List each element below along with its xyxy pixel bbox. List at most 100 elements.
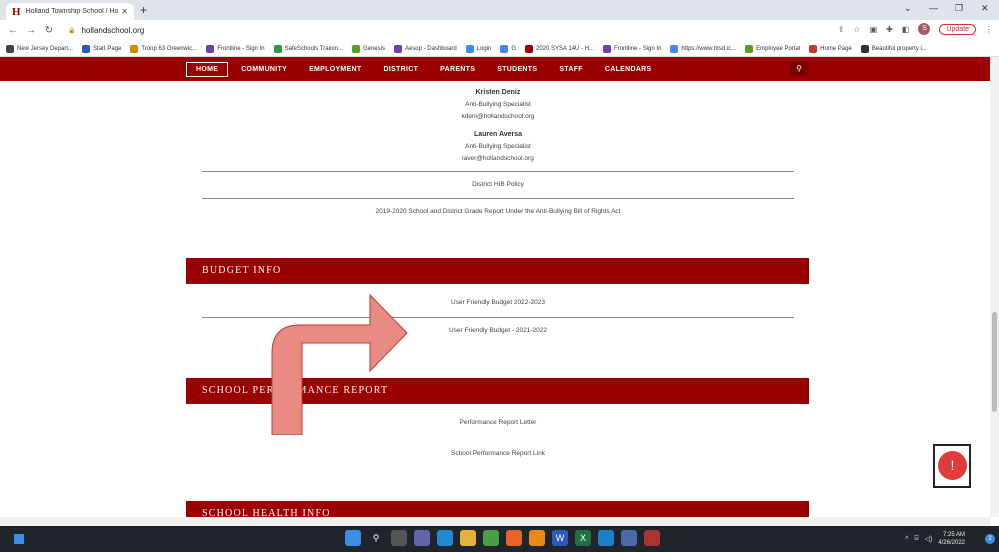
bookmark-favicon-icon bbox=[130, 44, 139, 53]
bookmark-favicon-icon bbox=[603, 44, 612, 53]
nav-calendars[interactable]: CALENDARS bbox=[594, 66, 663, 73]
contact-role: Anti-Bullying Specialist bbox=[465, 143, 531, 150]
bookmark-item[interactable]: G bbox=[500, 44, 517, 53]
task-view-icon[interactable] bbox=[391, 530, 407, 546]
contact-email[interactable]: kdeni@hollandschool.org bbox=[202, 113, 794, 120]
edge-icon[interactable] bbox=[437, 530, 453, 546]
contact-email[interactable]: laver@hollandschool.org bbox=[202, 155, 794, 162]
bookmark-label: Home Page bbox=[820, 45, 852, 52]
search-icon[interactable]: ⚲ bbox=[790, 62, 808, 76]
scrollbar-thumb[interactable] bbox=[992, 312, 997, 412]
bookmark-item[interactable]: Home Page bbox=[809, 44, 852, 53]
bookmark-favicon-icon bbox=[6, 44, 14, 53]
reload-icon[interactable]: ↻ bbox=[44, 25, 54, 36]
bookmark-item[interactable]: https://www.htsd.ic... bbox=[670, 44, 737, 53]
bookmark-item[interactable]: Login bbox=[465, 44, 491, 53]
sidepanel-icon[interactable]: ◧ bbox=[902, 25, 910, 34]
profile-avatar[interactable]: S bbox=[918, 23, 931, 35]
nav-parents[interactable]: PARENTS bbox=[429, 66, 486, 73]
nav-district[interactable]: DISTRICT bbox=[372, 66, 429, 73]
chrome-icon[interactable] bbox=[483, 530, 499, 546]
budget-info-heading: BUDGET INFO bbox=[186, 258, 809, 284]
sync-icon[interactable] bbox=[598, 530, 614, 546]
bookmark-item[interactable]: 2020 SYSA 14U - H... bbox=[525, 44, 594, 53]
extension-icon[interactable]: ▣ bbox=[870, 25, 878, 34]
browser-tab[interactable]: H Holland Township School / Home ✕ bbox=[6, 3, 134, 20]
bookmarks-bar: New Jersey Depart... Start Page Troop 63 G… bbox=[0, 41, 999, 57]
lock-icon: 🔒 bbox=[68, 28, 76, 34]
bookmark-favicon-icon bbox=[500, 44, 509, 53]
windows-start-icon[interactable] bbox=[14, 534, 24, 544]
share-icon[interactable]: ⇪ bbox=[838, 25, 845, 34]
vertical-scrollbar[interactable] bbox=[990, 57, 999, 517]
bookmark-item[interactable]: Aesop - Dashboard bbox=[393, 44, 457, 53]
bookmark-favicon-icon bbox=[670, 44, 679, 53]
bookmark-label: Aesop - Dashboard bbox=[404, 45, 457, 52]
vlc-icon[interactable] bbox=[529, 530, 545, 546]
alert-button[interactable]: ! bbox=[938, 451, 967, 480]
performance-report-link[interactable]: School Performance Report Link bbox=[202, 450, 794, 457]
file-explorer-icon[interactable] bbox=[460, 530, 476, 546]
nav-employment[interactable]: EMPLOYMENT bbox=[298, 66, 372, 73]
search-icon[interactable]: ⚲ bbox=[368, 530, 384, 546]
horizontal-scrollbar[interactable] bbox=[0, 517, 990, 526]
bookmark-label: New Jersey Depart... bbox=[17, 45, 74, 52]
bookmark-label: G bbox=[511, 45, 517, 52]
nav-community[interactable]: COMMUNITY bbox=[230, 66, 298, 73]
notification-badge[interactable]: 2 bbox=[985, 534, 995, 544]
bookmark-star-icon[interactable]: ☆ bbox=[853, 25, 860, 34]
hib-policy-link[interactable]: District HIB Policy bbox=[202, 181, 794, 188]
tab-close-icon[interactable]: ✕ bbox=[121, 7, 128, 16]
volume-icon[interactable]: ◁) bbox=[925, 535, 933, 543]
contact-name: Kristen Deniz bbox=[475, 89, 521, 96]
bookmark-item[interactable]: Genesis bbox=[351, 44, 385, 53]
url-field[interactable]: 🔒 hollandschool.org bbox=[68, 26, 144, 35]
url-text: hollandschool.org bbox=[81, 26, 145, 35]
bookmark-item[interactable]: SafeSchools Trainin... bbox=[273, 44, 343, 53]
word-icon[interactable]: W bbox=[552, 530, 568, 546]
bookmark-item[interactable]: Frontline - Sign In bbox=[603, 44, 661, 53]
clock-time: 7:25 AM bbox=[942, 532, 965, 538]
bookmark-label: https://www.htsd.ic... bbox=[681, 45, 737, 52]
tab-strip: H Holland Township School / Home ✕ + ⌄ —… bbox=[0, 0, 999, 20]
bookmark-favicon-icon bbox=[809, 44, 818, 53]
divider bbox=[202, 198, 794, 199]
tab-search-icon[interactable]: ⌄ bbox=[904, 3, 912, 14]
bookmark-item[interactable]: Start Page bbox=[82, 44, 121, 53]
nav-home[interactable]: HOME bbox=[186, 61, 229, 77]
forward-icon[interactable]: → bbox=[26, 25, 36, 36]
calculator-icon[interactable] bbox=[621, 530, 637, 546]
network-icon[interactable]: ⌸ bbox=[914, 535, 918, 543]
back-icon[interactable]: ← bbox=[8, 25, 18, 36]
bookmark-item[interactable]: New Jersey Depart... bbox=[6, 44, 74, 53]
new-tab-icon[interactable]: + bbox=[140, 3, 147, 17]
minimize-icon[interactable]: — bbox=[929, 3, 938, 13]
bookmark-item[interactable]: Employee Portal bbox=[745, 44, 800, 53]
windows-icon[interactable] bbox=[345, 530, 361, 546]
bookmark-label: Troop 63 Greenwic... bbox=[141, 45, 198, 52]
firefox-icon[interactable] bbox=[506, 530, 522, 546]
clock-date: 4/26/2022 bbox=[938, 540, 965, 546]
excel-icon[interactable]: X bbox=[575, 530, 591, 546]
update-button[interactable]: Update bbox=[939, 23, 976, 35]
nav-staff[interactable]: STAFF bbox=[548, 66, 594, 73]
clock[interactable]: 7:25 AM 4/26/2022 bbox=[938, 531, 965, 547]
bookmark-item[interactable]: Beautiful property i... bbox=[860, 44, 927, 53]
close-window-icon[interactable]: ✕ bbox=[981, 3, 989, 14]
kebab-menu-icon[interactable]: ⋮ bbox=[985, 25, 993, 34]
bookmark-favicon-icon bbox=[393, 44, 402, 53]
chat-icon[interactable] bbox=[414, 530, 430, 546]
bookmark-item[interactable]: Troop 63 Greenwic... bbox=[130, 44, 198, 53]
health-info-heading: SCHOOL HEALTH INFO bbox=[186, 501, 809, 517]
restore-icon[interactable]: ❐ bbox=[955, 3, 963, 14]
tray-chevron-icon[interactable]: ^ bbox=[905, 536, 908, 543]
bookmark-label: SafeSchools Trainin... bbox=[284, 45, 343, 52]
grade-report-link[interactable]: 2019-2020 School and District Grade Repo… bbox=[202, 208, 794, 215]
bookmark-favicon-icon bbox=[273, 44, 282, 53]
snip-tool-icon[interactable] bbox=[644, 530, 660, 546]
nav-students[interactable]: STUDENTS bbox=[486, 66, 548, 73]
bookmark-item[interactable]: Frontline - Sign In bbox=[206, 44, 265, 53]
school-favicon-icon: H bbox=[12, 5, 21, 18]
tab-title: Holland Township School / Home bbox=[25, 8, 119, 15]
puzzle-icon[interactable]: ✚ bbox=[886, 25, 893, 34]
